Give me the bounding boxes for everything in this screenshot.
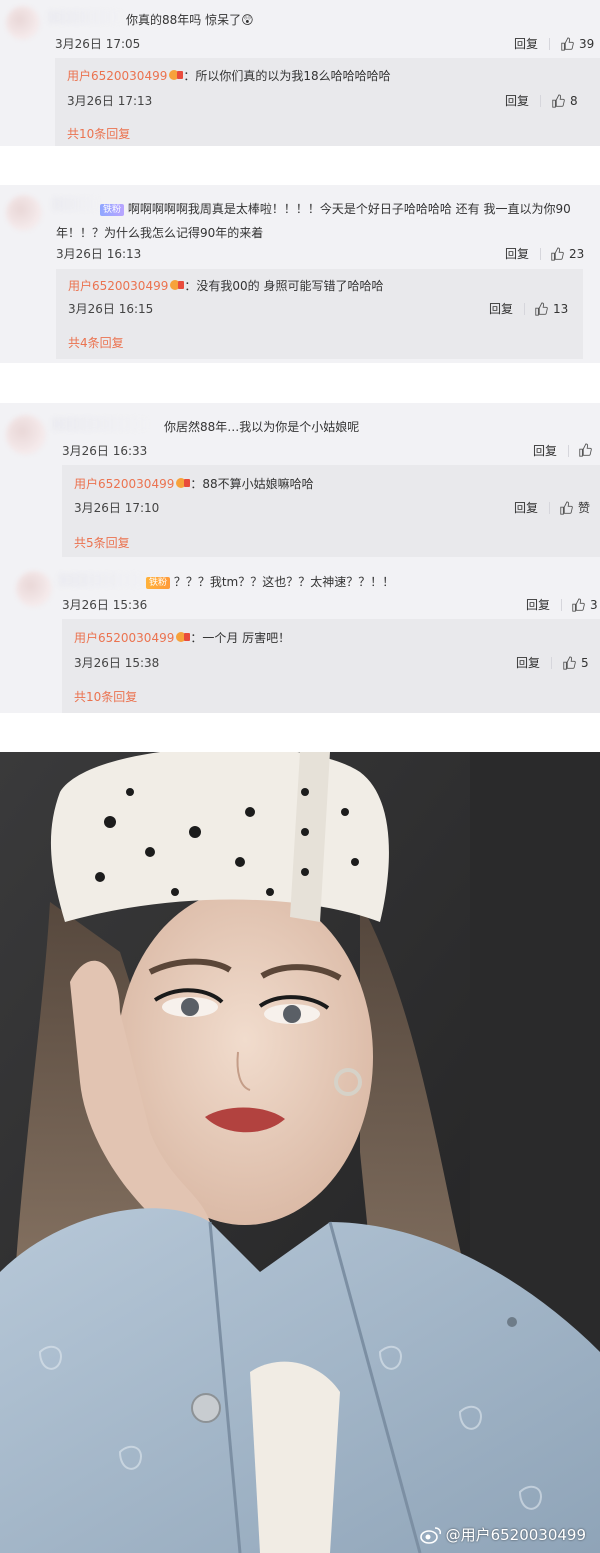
selfie-photo: @用户6520030499 <box>0 752 600 1553</box>
comment-text: 啊啊啊啊啊我周真是太棒啦！！！！今天是个好日子哈哈哈哈 还有 我一直以为你90年… <box>56 202 571 240</box>
verified-badge-icon <box>170 280 185 290</box>
thumbs-up-icon <box>579 443 592 457</box>
comment-date: 3月26日 15:36 <box>62 598 148 612</box>
divider <box>551 657 552 669</box>
reply-button[interactable]: 回复 <box>514 500 538 516</box>
reply-username[interactable]: 用户6520030499 <box>68 279 168 293</box>
reply-text: ：一个月 厉害吧！ <box>190 631 291 645</box>
like-button[interactable]: 3 <box>571 597 598 613</box>
divider <box>568 445 569 457</box>
comment-card-1: 你真的88年吗 惊呆了😲 3月26日 17:05 回复 39 用户6520030… <box>0 0 600 146</box>
thumbs-up-icon <box>552 94 565 108</box>
iron-fan-badge: 铁粉 <box>100 204 125 216</box>
avatar[interactable] <box>6 195 42 231</box>
like-button[interactable]: 赞 <box>559 500 590 516</box>
like-button[interactable]: 8 <box>551 93 578 109</box>
comment-text: 你真的88年吗 惊呆了😲 <box>126 13 254 27</box>
comment-card-3: 你居然88年…我以为你是个小姑娘呢 3月26日 16:33 回复 用户65200… <box>0 403 600 713</box>
reply-text: ：没有我00的 身照可能写错了哈哈哈 <box>184 279 384 293</box>
reply-thread: 用户6520030499 ：没有我00的 身照可能写错了哈哈哈 3月26日 16:… <box>56 269 583 359</box>
reply-text-line: 用户6520030499 ：所以你们真的以为我18么哈哈哈哈哈 <box>67 67 391 85</box>
comment-text-line: 铁粉 ？？？我tm？？这也？？太神速？？！！ <box>146 573 394 591</box>
thumbs-up-icon <box>572 598 585 612</box>
like-button[interactable]: 23 <box>550 246 584 262</box>
reply-text: ：所以你们真的以为我18么哈哈哈哈哈 <box>183 69 391 83</box>
view-more-replies-link[interactable]: 共5条回复 <box>74 535 130 551</box>
iron-fan-badge: 铁粉 <box>146 577 171 589</box>
reply-username[interactable]: 用户6520030499 <box>67 69 167 83</box>
like-count: 39 <box>579 37 595 51</box>
reply-button[interactable]: 回复 <box>516 655 540 671</box>
reply-username[interactable]: 用户6520030499 <box>74 477 174 491</box>
divider <box>540 95 541 107</box>
comment-date: 3月26日 16:13 <box>56 247 142 261</box>
reply-text-line: 用户6520030499 ：没有我00的 身照可能写错了哈哈哈 <box>68 277 383 295</box>
reply-text: ：88不算小姑娘嘛哈哈 <box>190 477 314 491</box>
username-blurred[interactable] <box>58 573 146 587</box>
avatar[interactable] <box>16 571 52 607</box>
thumbs-up-icon <box>563 656 576 670</box>
verified-badge-icon <box>176 478 191 488</box>
reply-thread: 用户6520030499 ：所以你们真的以为我18么哈哈哈哈哈 3月26日 17:… <box>55 58 600 146</box>
avatar[interactable] <box>6 415 46 455</box>
like-count: 3 <box>590 598 598 612</box>
view-more-replies-link[interactable]: 共4条回复 <box>68 335 124 351</box>
like-count: 13 <box>553 302 569 316</box>
reply-button[interactable]: 回复 <box>526 597 550 613</box>
reply-date: 3月26日 16:15 <box>68 302 154 316</box>
comment-text: ？？？我tm？？这也？？太神速？？！！ <box>173 575 395 589</box>
comment-text-block: 铁粉 啊啊啊啊啊我周真是太棒啦！！！！今天是个好日子哈哈哈哈 还有 我一直以为你… <box>56 197 586 245</box>
comment-date: 3月26日 17:05 <box>55 37 141 51</box>
divider <box>561 599 562 611</box>
reply-thread: 用户6520030499 ：一个月 厉害吧！ 3月26日 15:38 回复 5 共… <box>62 619 600 713</box>
divider <box>540 248 541 260</box>
reply-username[interactable]: 用户6520030499 <box>74 631 174 645</box>
portrait-illustration <box>0 752 600 1553</box>
thumbs-up-icon <box>551 247 564 261</box>
reply-text-line: 用户6520030499 ：88不算小姑娘嘛哈哈 <box>74 475 314 493</box>
like-count: 赞 <box>578 501 591 515</box>
reply-date: 3月26日 15:38 <box>74 656 160 670</box>
reply-button[interactable]: 回复 <box>489 301 513 317</box>
verified-badge-icon <box>169 70 184 80</box>
like-button[interactable]: 39 <box>560 36 594 52</box>
username-blurred[interactable] <box>48 10 124 24</box>
reply-button[interactable]: 回复 <box>505 246 529 262</box>
watermark: @用户6520030499 <box>419 1524 586 1545</box>
like-button[interactable] <box>578 443 597 457</box>
divider <box>549 38 550 50</box>
reply-date: 3月26日 17:13 <box>67 94 153 108</box>
like-count: 23 <box>569 247 585 261</box>
avatar[interactable] <box>6 6 40 40</box>
comment-card-2: 铁粉 啊啊啊啊啊我周真是太棒啦！！！！今天是个好日子哈哈哈哈 还有 我一直以为你… <box>0 185 600 363</box>
watermark-text: @用户6520030499 <box>445 1526 586 1544</box>
like-button[interactable]: 13 <box>534 301 568 317</box>
verified-badge-icon <box>176 632 191 642</box>
thumbs-up-icon <box>535 302 548 316</box>
reply-thread: 用户6520030499 ：88不算小姑娘嘛哈哈 3月26日 17:10 回复 赞… <box>62 465 600 557</box>
view-more-replies-link[interactable]: 共10条回复 <box>67 126 130 142</box>
reply-button[interactable]: 回复 <box>514 36 538 52</box>
divider <box>549 502 550 514</box>
weibo-logo-icon <box>419 1526 441 1544</box>
thumbs-up-icon <box>561 37 574 51</box>
thumbs-up-icon <box>560 501 573 515</box>
reply-text-line: 用户6520030499 ：一个月 厉害吧！ <box>74 629 290 647</box>
username-blurred[interactable] <box>52 417 148 431</box>
reply-button[interactable]: 回复 <box>533 443 557 459</box>
comment-text: 你居然88年…我以为你是个小姑娘呢 <box>164 420 360 434</box>
like-count: 8 <box>570 94 578 108</box>
reply-date: 3月26日 17:10 <box>74 501 160 515</box>
view-more-replies-link[interactable]: 共10条回复 <box>74 689 137 705</box>
reply-button[interactable]: 回复 <box>505 93 529 109</box>
comment-date: 3月26日 16:33 <box>62 444 148 458</box>
divider <box>524 303 525 315</box>
like-count: 5 <box>581 656 589 670</box>
like-button[interactable]: 5 <box>562 655 589 671</box>
